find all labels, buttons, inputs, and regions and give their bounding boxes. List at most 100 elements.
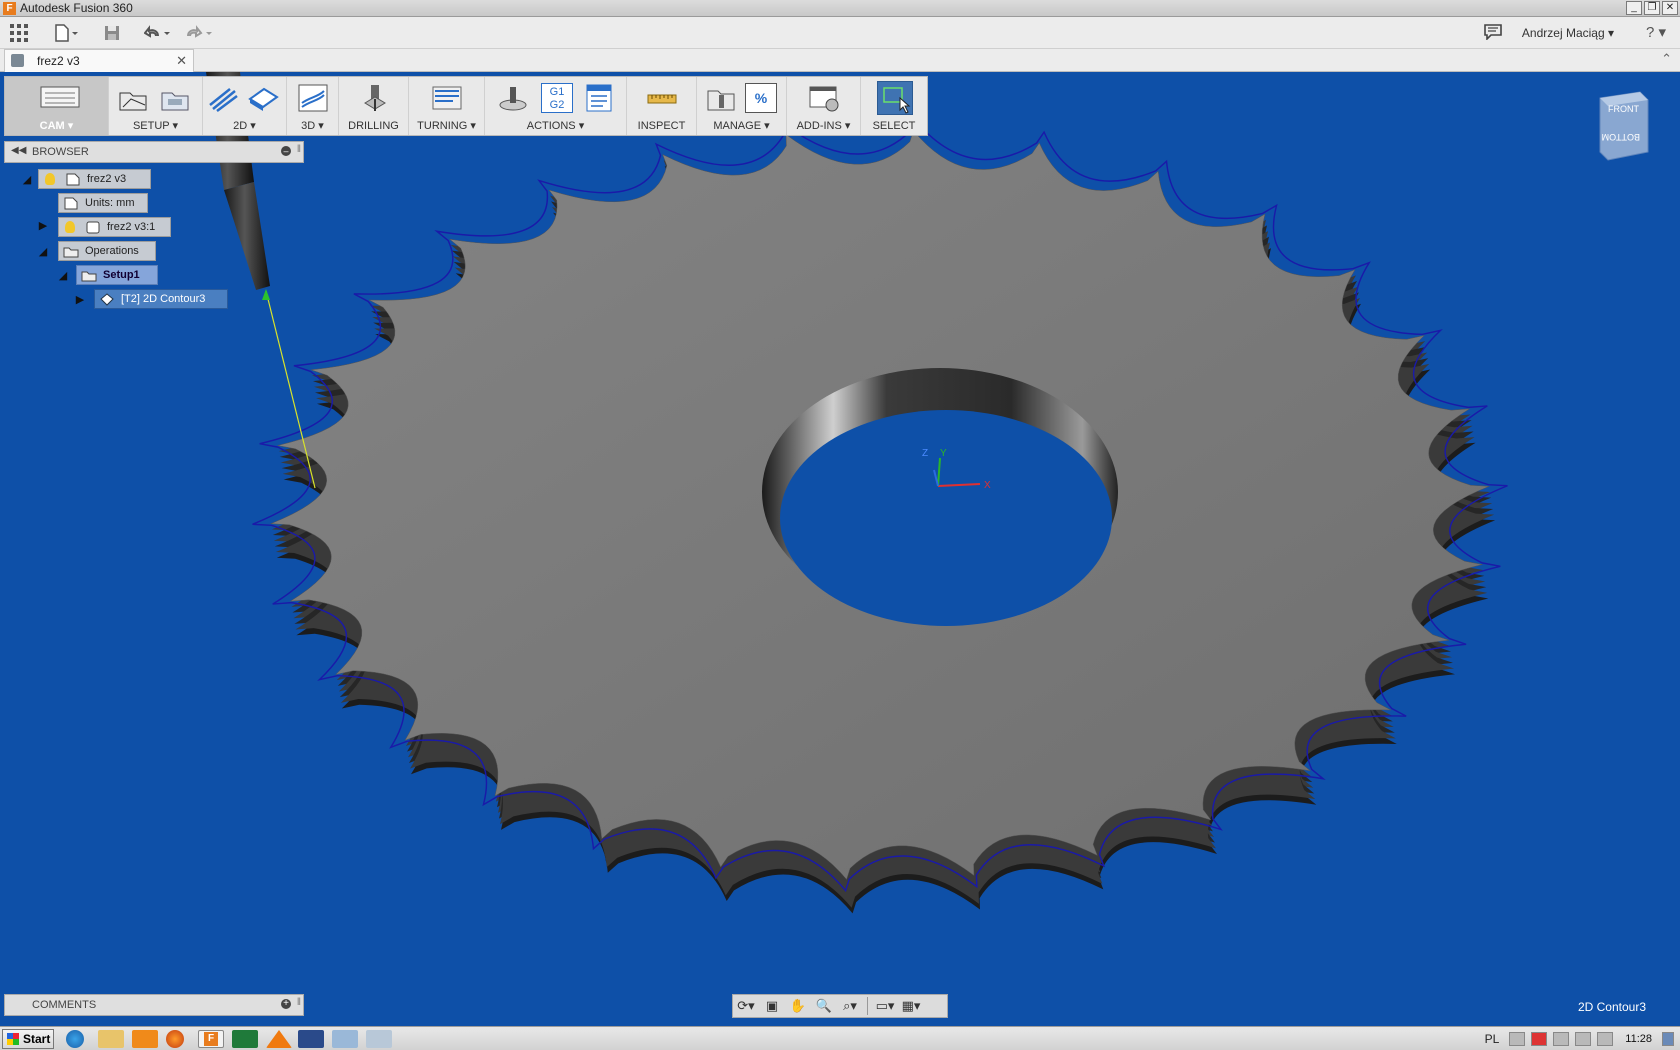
setup-folder-icon bbox=[161, 92, 189, 111]
units-icon bbox=[64, 197, 78, 209]
tree-node-component[interactable]: frez2 v3:1 bbox=[58, 217, 171, 237]
navigation-bar: ⟳▾ ▣ ✋ 🔍 ⌕▾ ▭▾ ▦▾ bbox=[732, 994, 948, 1018]
comment-icon[interactable] bbox=[1484, 24, 1502, 43]
comments-panel-header[interactable]: COMMENTS + ‖ bbox=[4, 994, 304, 1016]
panel-grip[interactable]: ‖ bbox=[297, 144, 301, 155]
minimize-panel-button[interactable]: – bbox=[281, 146, 291, 156]
ribbon-group-manage[interactable]: % MANAGE ▾ bbox=[697, 77, 787, 135]
tree-node-operation-contour[interactable]: [T2] 2D Contour3 bbox=[94, 289, 228, 309]
post-process-icon: G1 G2 bbox=[541, 83, 573, 113]
add-comment-button[interactable]: + bbox=[281, 999, 291, 1009]
alert-icon[interactable] bbox=[1531, 1032, 1548, 1046]
active-operation-label: 2D Contour3 bbox=[1577, 1000, 1646, 1014]
user-menu[interactable]: Andrzej Maciąg ▾ bbox=[1522, 26, 1614, 40]
operation-icon bbox=[100, 292, 114, 306]
ribbon-group-addins[interactable]: ADD-INS ▾ bbox=[787, 77, 861, 135]
model-canvas[interactable]: X Y Z bbox=[0, 72, 1680, 1030]
file-icon[interactable] bbox=[54, 23, 80, 43]
workspace-label: CAM ▾ bbox=[39, 120, 74, 132]
tree-node-setup[interactable]: Setup1 bbox=[76, 265, 158, 285]
drill-icon bbox=[364, 85, 386, 111]
fit-icon[interactable]: ⌕▾ bbox=[837, 996, 863, 1016]
view-cube[interactable]: FRONT BOTTOM bbox=[1594, 90, 1650, 162]
close-window-button[interactable]: ✕ bbox=[1662, 1, 1678, 15]
component-icon bbox=[86, 221, 100, 233]
user-name: Andrzej Maciąg bbox=[1521, 26, 1605, 40]
folder-app-icon[interactable] bbox=[98, 1030, 124, 1048]
window-controls: _ ❐ ✕ bbox=[1626, 1, 1678, 15]
document-tab[interactable]: frez2 v3 ✕ bbox=[4, 49, 194, 72]
minimize-button[interactable]: _ bbox=[1626, 1, 1642, 15]
volume-icon[interactable] bbox=[1597, 1032, 1614, 1046]
collapse-icon[interactable]: ⌃ bbox=[1661, 51, 1672, 67]
ribbon-group-3d[interactable]: 3D ▾ bbox=[287, 77, 339, 135]
document-tab-bar: frez2 v3 ✕ ⌃ bbox=[0, 49, 1680, 72]
title-bar: F Autodesk Fusion 360 _ ❐ ✕ bbox=[0, 0, 1680, 17]
tree-node-operations[interactable]: Operations bbox=[58, 241, 156, 261]
start-button[interactable]: Start bbox=[2, 1029, 54, 1049]
network-app-icon[interactable] bbox=[366, 1030, 392, 1048]
expand-toggle-contour[interactable]: ▶ bbox=[73, 293, 87, 307]
window-icon[interactable] bbox=[1553, 1032, 1570, 1046]
vlc-app-icon[interactable] bbox=[266, 1030, 292, 1048]
network-icon[interactable] bbox=[1575, 1032, 1592, 1046]
app-icon: F bbox=[3, 2, 16, 15]
ribbon-group-setup[interactable]: SETUP ▾ bbox=[109, 77, 203, 135]
ribbon-group-inspect[interactable]: INSPECT bbox=[627, 77, 697, 135]
ribbon-group-drilling[interactable]: DRILLING bbox=[339, 77, 409, 135]
help-icon[interactable]: ? ▾ bbox=[1646, 23, 1666, 41]
ribbon-group-actions[interactable]: G1 G2 ACTIONS ▾ bbox=[485, 77, 627, 135]
document-tab-label: frez2 v3 bbox=[37, 54, 80, 68]
triad-x-label: X bbox=[984, 480, 991, 491]
save-icon[interactable] bbox=[104, 23, 120, 43]
keyboard-icon[interactable] bbox=[1509, 1032, 1526, 1046]
comments-title: COMMENTS bbox=[32, 999, 97, 1011]
show-desktop-button[interactable] bbox=[1662, 1032, 1674, 1046]
close-tab-button[interactable]: ✕ bbox=[176, 53, 187, 69]
ribbon-group-select[interactable]: SELECT bbox=[861, 77, 927, 135]
expand-toggle-operations[interactable]: ◢ bbox=[36, 245, 50, 259]
tree-node-units[interactable]: Units: mm bbox=[58, 193, 148, 213]
2d-pocket-icon bbox=[248, 87, 279, 111]
look-at-icon[interactable]: ▣ bbox=[759, 996, 785, 1016]
window-title: Autodesk Fusion 360 bbox=[20, 1, 133, 15]
display-icon[interactable]: ▭▾ bbox=[872, 996, 898, 1016]
ribbon-group-2d[interactable]: 2D ▾ bbox=[203, 77, 287, 135]
excel-app-icon[interactable] bbox=[232, 1030, 258, 1048]
window-app-icon[interactable] bbox=[332, 1030, 358, 1048]
windows-logo-icon bbox=[7, 1033, 19, 1045]
zoom-icon[interactable]: 🔍 bbox=[811, 996, 837, 1016]
bulb-icon[interactable] bbox=[45, 173, 55, 185]
clock: 11:28 bbox=[1625, 1033, 1652, 1045]
expand-toggle-setup[interactable]: ◢ bbox=[56, 269, 70, 283]
browser-panel-header[interactable]: ◀◀ BROWSER – ‖ bbox=[4, 141, 304, 163]
scripts-addins-icon bbox=[809, 86, 839, 112]
grid-menu-icon[interactable] bbox=[10, 23, 28, 43]
expand-toggle-root[interactable]: ◢ bbox=[20, 173, 34, 187]
bulb-icon[interactable] bbox=[65, 221, 75, 233]
ribbon-toolbar: CAM ▾ SETUP ▾ 2D ▾ 3D ▾ DRILLING TURNING… bbox=[4, 76, 928, 136]
panel-grip[interactable]: ‖ bbox=[297, 997, 301, 1008]
tree-node-root[interactable]: frez2 v3 bbox=[38, 169, 151, 189]
simulate-icon bbox=[499, 87, 527, 111]
undo-icon[interactable] bbox=[144, 23, 174, 43]
template-library-icon: % bbox=[745, 83, 777, 113]
3d-viewport[interactable]: X Y Z bbox=[0, 72, 1680, 1030]
orbit-icon[interactable]: ⟳▾ bbox=[733, 996, 759, 1016]
grid-icon[interactable]: ▦▾ bbox=[898, 996, 924, 1016]
redo-icon[interactable] bbox=[186, 23, 216, 43]
operations-folder-icon bbox=[63, 247, 79, 257]
media-app-icon[interactable] bbox=[132, 1030, 158, 1048]
workspace-switcher[interactable]: CAM ▾ bbox=[5, 77, 109, 135]
expand-toggle-part[interactable]: ▶ bbox=[36, 219, 50, 233]
firefox-app-icon[interactable] bbox=[166, 1030, 184, 1048]
ribbon-group-turning[interactable]: TURNING ▾ bbox=[409, 77, 485, 135]
collapse-panel-icon[interactable]: ◀◀ bbox=[11, 145, 26, 156]
language-indicator[interactable]: PL bbox=[1485, 1032, 1500, 1046]
browser-app-icon[interactable] bbox=[66, 1030, 84, 1048]
fusion-app-icon[interactable]: F bbox=[198, 1030, 224, 1048]
document-icon bbox=[66, 173, 80, 185]
restore-button[interactable]: ❐ bbox=[1644, 1, 1660, 15]
vm-app-icon[interactable] bbox=[298, 1030, 324, 1048]
pan-icon[interactable]: ✋ bbox=[785, 996, 811, 1016]
